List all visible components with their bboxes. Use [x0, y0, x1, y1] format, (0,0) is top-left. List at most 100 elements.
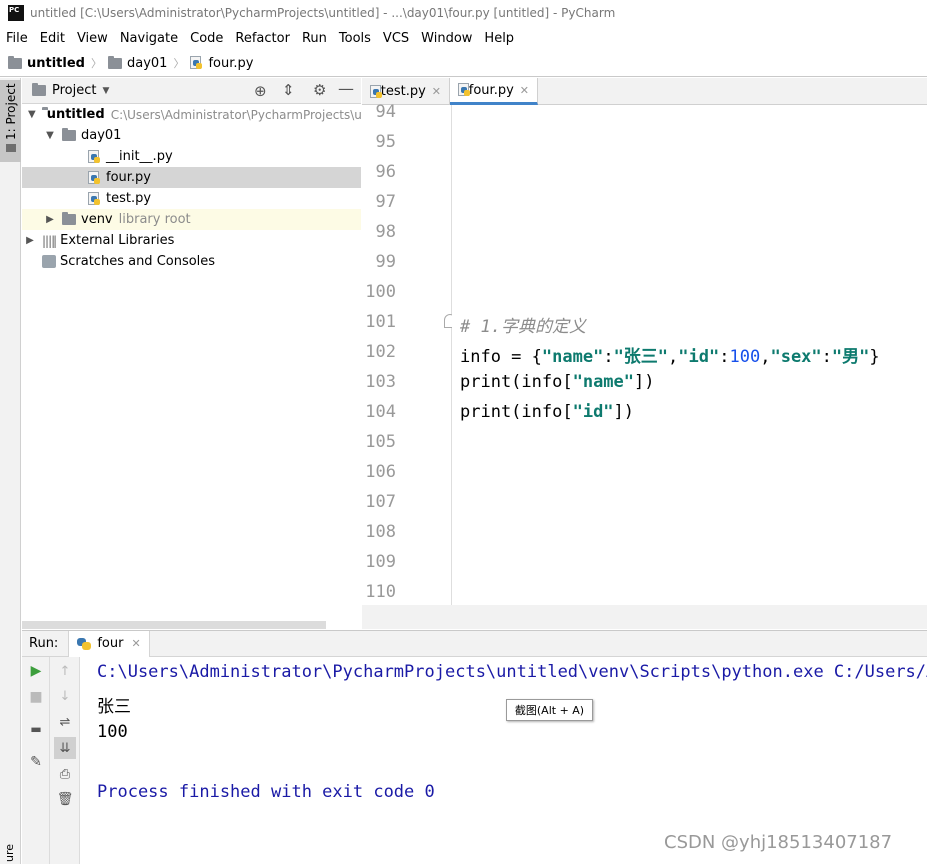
close-icon[interactable]: ✕	[432, 85, 441, 98]
tree-root-path: C:\Users\Administrator\PycharmProjects\u	[110, 107, 362, 122]
run-tab-four[interactable]: four ✕	[68, 630, 150, 657]
tree-root[interactable]: ▼ untitled C:\Users\Administrator\Pychar…	[22, 104, 362, 125]
chevron-right-icon[interactable]: ▶	[44, 214, 56, 225]
soft-wrap-icon[interactable]: ⇌	[56, 713, 74, 731]
tree-external-label: External Libraries	[60, 233, 175, 248]
locate-target-icon[interactable]: ⊕	[254, 82, 267, 100]
menu-run[interactable]: Run	[296, 31, 333, 46]
python-file-icon	[88, 170, 101, 185]
trash-icon[interactable]: 🗑	[56, 790, 74, 808]
tree-scratches-label: Scratches and Consoles	[60, 254, 216, 269]
python-file-icon	[88, 191, 101, 206]
tree-file-label: test.py	[106, 191, 152, 206]
structure-tool-tab[interactable]: ure	[0, 832, 21, 864]
line-number: 107	[365, 492, 396, 512]
tree-venv-note: library root	[118, 212, 191, 227]
menu-refactor[interactable]: Refactor	[229, 31, 296, 46]
code-line-104: print(info["id"])	[460, 402, 635, 422]
line-number: 100	[365, 282, 396, 302]
folder-icon	[107, 55, 122, 69]
project-panel-header: Project ▼ ⊕ ⇕ ⚙ —	[22, 78, 361, 104]
tree-folder-venv[interactable]: ▶ venv library root	[22, 209, 361, 230]
print-icon[interactable]: ⎙	[56, 765, 74, 783]
python-file-icon	[458, 83, 470, 97]
menu-tools[interactable]: Tools	[333, 31, 377, 46]
rerun-icon[interactable]: ▶	[27, 662, 45, 680]
project-view-selector[interactable]: Project	[52, 83, 96, 98]
title-bar: PC untitled [C:\Users\Administrator\Pych…	[0, 0, 927, 26]
editor-bottom-bar	[362, 605, 927, 629]
console-line: 张三	[97, 697, 131, 717]
menu-file[interactable]: File	[0, 31, 34, 46]
tab-four-py[interactable]: four.py ✕	[450, 78, 538, 105]
tree-external-libraries[interactable]: ▶ |||‖ External Libraries	[22, 230, 361, 251]
menu-window[interactable]: Window	[415, 31, 478, 46]
chevron-right-icon: 〉	[173, 57, 185, 70]
tree-file-init[interactable]: __init__.py	[22, 146, 361, 167]
menu-vcs[interactable]: VCS	[377, 31, 415, 46]
gear-icon[interactable]: ⚙	[313, 81, 326, 99]
run-toolbar-secondary: ↑ ↓ ⇌ ⇊ ⎙ 🗑	[50, 657, 80, 864]
line-number: 102	[365, 342, 396, 362]
left-tool-strip	[0, 78, 21, 864]
python-file-icon	[190, 56, 203, 70]
breadcrumb-project[interactable]: untitled	[8, 55, 85, 71]
menu-bar: File Edit View Navigate Code Refactor Ru…	[0, 26, 927, 50]
menu-view[interactable]: View	[71, 31, 114, 46]
menu-help[interactable]: Help	[478, 31, 520, 46]
project-tool-tab[interactable]: 1: Project	[0, 80, 21, 162]
breadcrumb-project-label: untitled	[27, 55, 85, 71]
folder-icon	[6, 144, 16, 152]
chevron-down-icon[interactable]: ▼	[28, 109, 36, 120]
minimize-icon[interactable]: —	[338, 79, 354, 98]
horizontal-scrollbar[interactable]	[22, 621, 326, 629]
breadcrumb-file[interactable]: four.py	[190, 56, 253, 71]
run-toolbar-primary: ▶ ■ ▬ ✎	[22, 657, 50, 864]
menu-navigate[interactable]: Navigate	[114, 31, 184, 46]
tree-folder-day01[interactable]: ▼ day01	[22, 125, 361, 146]
chevron-right-icon[interactable]: ▶	[24, 235, 36, 246]
collapse-all-icon[interactable]: ⇕	[282, 81, 295, 99]
menu-edit[interactable]: Edit	[34, 31, 71, 46]
tree-file-test[interactable]: test.py	[22, 188, 361, 209]
line-number: 108	[365, 522, 396, 542]
chevron-down-icon[interactable]: ▼	[44, 130, 56, 141]
tree-folder-label: day01	[81, 128, 122, 143]
line-number: 95	[375, 132, 396, 152]
line-number: 106	[365, 462, 396, 482]
python-file-icon	[88, 149, 101, 164]
code-line-103: print(info["name"])	[460, 372, 655, 392]
code-line-102: info = {"name":"张三","id":100,"sex":"男"}	[460, 347, 880, 367]
tab-test-py[interactable]: test.py ✕	[362, 78, 450, 105]
line-number: 98	[375, 222, 396, 242]
folder-icon	[62, 128, 76, 141]
layout-icon[interactable]: ▬	[27, 720, 45, 738]
menu-code[interactable]: Code	[184, 31, 229, 46]
code-editor[interactable]: # 1.字典的定义 info = {"name":"张三","id":100,"…	[452, 105, 927, 605]
line-number: 96	[375, 162, 396, 182]
stop-icon[interactable]: ■	[27, 688, 45, 706]
run-label: Run:	[29, 636, 59, 651]
tab-label: four.py	[468, 82, 514, 98]
breadcrumb-file-label: four.py	[208, 55, 254, 71]
tree-scratches[interactable]: Scratches and Consoles	[22, 251, 361, 272]
console-line: Process finished with exit code 0	[97, 782, 435, 802]
python-icon	[77, 637, 92, 651]
arrow-up-icon[interactable]: ↑	[56, 662, 74, 680]
project-tree: ▼ untitled C:\Users\Administrator\Pychar…	[22, 104, 362, 630]
breadcrumb-folder[interactable]: day01	[107, 55, 167, 71]
dropdown-arrow-icon[interactable]: ▼	[102, 86, 109, 96]
close-icon[interactable]: ✕	[131, 637, 140, 650]
tree-venv-label: venv	[81, 212, 113, 227]
breadcrumb: untitled 〉 day01 〉 four.py	[0, 50, 927, 77]
scroll-to-end-icon[interactable]: ⇊	[54, 737, 76, 759]
library-icon: |||‖	[42, 233, 57, 248]
pin-icon[interactable]: ✎	[27, 753, 45, 771]
arrow-down-icon[interactable]: ↓	[56, 687, 74, 705]
console-line: 100	[97, 722, 128, 742]
tree-file-four[interactable]: four.py	[22, 167, 361, 188]
code-comment: # 1.字典的定义	[460, 317, 586, 337]
close-icon[interactable]: ✕	[520, 84, 529, 97]
structure-tool-tab-label: ure	[3, 843, 16, 862]
tree-root-label: untitled	[46, 107, 105, 122]
